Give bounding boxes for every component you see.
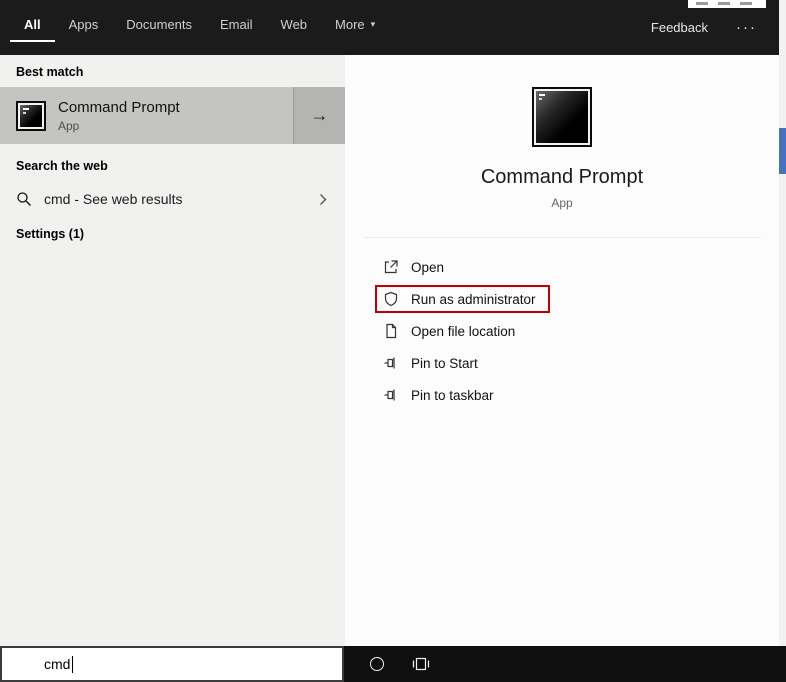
text-caret bbox=[72, 655, 74, 673]
search-icon bbox=[17, 192, 31, 206]
best-match-header: Best match bbox=[16, 65, 84, 79]
tab-documents[interactable]: Documents bbox=[112, 8, 206, 42]
tab-apps-label: Apps bbox=[68, 16, 99, 32]
tab-more[interactable]: More ▾ bbox=[321, 8, 389, 42]
preview-panel: Command Prompt App Open Run as administr… bbox=[345, 55, 779, 646]
search-filter-bar: All Apps Documents Email Web More ▾ Feed… bbox=[0, 0, 779, 55]
web-suggestion-hint: - See web results bbox=[70, 191, 183, 207]
chevron-right-icon bbox=[320, 194, 327, 205]
expand-result-button[interactable]: → bbox=[293, 87, 345, 144]
best-match-text: Command Prompt App bbox=[58, 99, 180, 133]
tab-more-label: More bbox=[335, 16, 365, 32]
web-suggestion-query: cmd bbox=[44, 191, 71, 207]
right-arrow-icon: → bbox=[310, 105, 329, 125]
best-match-result[interactable]: Command Prompt App → bbox=[0, 87, 345, 144]
more-options-icon[interactable]: ··· bbox=[736, 19, 757, 36]
web-suggestion-item[interactable]: cmd - See web results bbox=[0, 181, 345, 217]
action-list: Open Run as administrator Open file loca… bbox=[375, 251, 550, 411]
action-open-label: Open bbox=[411, 259, 445, 275]
chevron-down-icon: ▾ bbox=[370, 18, 376, 29]
taskbar-buttons bbox=[344, 646, 786, 682]
command-prompt-icon bbox=[16, 100, 46, 131]
topbar-right: Feedback ··· bbox=[651, 0, 779, 55]
cortana-icon bbox=[370, 657, 384, 671]
tab-email[interactable]: Email bbox=[206, 8, 267, 42]
app-title: Command Prompt bbox=[480, 166, 644, 188]
tab-documents-label: Documents bbox=[126, 16, 193, 32]
action-pin-to-taskbar[interactable]: Pin to taskbar bbox=[375, 379, 508, 411]
app-subtitle: App bbox=[551, 196, 573, 210]
taskbar-search-value: cmd bbox=[44, 656, 71, 672]
action-open[interactable]: Open bbox=[375, 251, 458, 283]
pin-icon bbox=[384, 357, 395, 369]
action-open-file-location-label: Open file location bbox=[411, 323, 516, 339]
divider bbox=[363, 237, 761, 238]
background-window-edge bbox=[779, 0, 786, 646]
action-run-as-administrator[interactable]: Run as administrator bbox=[375, 285, 550, 313]
action-pin-to-start[interactable]: Pin to Start bbox=[375, 347, 492, 379]
search-web-header: Search the web bbox=[16, 159, 108, 173]
best-match-subtitle: App bbox=[58, 118, 80, 133]
cortana-button[interactable] bbox=[362, 646, 392, 682]
shield-icon bbox=[384, 291, 398, 307]
action-open-file-location[interactable]: Open file location bbox=[375, 315, 529, 347]
taskbar-search-input[interactable]: cmd bbox=[0, 646, 344, 682]
pin-icon bbox=[384, 389, 395, 401]
tab-apps[interactable]: Apps bbox=[55, 8, 113, 42]
background-window-scrollbar bbox=[779, 128, 786, 174]
settings-group-header: Settings (1) bbox=[16, 227, 85, 241]
taskbar: cmd bbox=[0, 646, 786, 682]
tab-all[interactable]: All bbox=[10, 8, 55, 42]
filter-tabs: All Apps Documents Email Web More ▾ bbox=[0, 0, 389, 55]
start-search-screen: All Apps Documents Email Web More ▾ Feed… bbox=[0, 0, 786, 682]
file-location-icon bbox=[386, 323, 397, 339]
web-suggestion-text: cmd - See web results bbox=[44, 191, 183, 207]
app-icon-wrap bbox=[532, 87, 592, 147]
tab-email-label: Email bbox=[220, 16, 253, 32]
action-pin-to-taskbar-label: Pin to taskbar bbox=[411, 387, 494, 403]
tab-web[interactable]: Web bbox=[267, 8, 322, 42]
best-match-title: Command Prompt bbox=[58, 98, 180, 116]
command-prompt-icon-large bbox=[532, 87, 592, 147]
results-panel: Best match Command Prompt App → Search t… bbox=[0, 55, 345, 646]
task-view-button[interactable] bbox=[406, 646, 436, 682]
open-icon bbox=[384, 260, 398, 274]
tab-all-label: All bbox=[24, 16, 41, 32]
background-window-fragment bbox=[688, 0, 766, 8]
task-view-icon bbox=[412, 657, 430, 671]
action-pin-to-start-label: Pin to Start bbox=[411, 355, 478, 371]
action-run-as-administrator-label: Run as administrator bbox=[411, 291, 536, 307]
tab-web-label: Web bbox=[280, 16, 308, 32]
feedback-button[interactable]: Feedback bbox=[651, 20, 708, 35]
